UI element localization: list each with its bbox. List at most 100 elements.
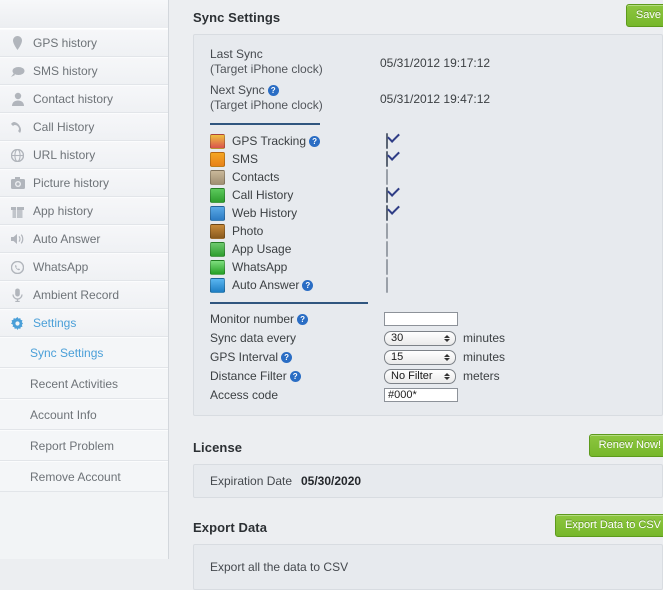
feature-label: Web History [232,206,298,220]
sidebar-subitem-label: Sync Settings [30,345,104,360]
access-code-input[interactable] [384,388,458,402]
sync-settings-header: Sync Settings Save [193,0,663,34]
last-sync-label: Last Sync [210,47,263,61]
feature-label: Photo [232,224,264,238]
sidebar-item-settings[interactable]: Settings [0,309,168,337]
box-icon [10,204,25,219]
sidebar: GPS history SMS history Contact history Cal… [0,0,169,559]
divider-bottom [210,302,368,304]
feature-checkbox-wrapper [386,151,388,167]
stepper-arrows-icon [440,370,453,383]
feature-label-wrap: Call History [232,188,354,202]
access-code-label: Access code [210,388,279,402]
sidebar-item-contact-history[interactable]: Contact history [0,85,168,113]
feature-label-wrap: SMS [232,152,354,166]
feature-checkbox[interactable] [386,277,388,293]
feature-row: Web History [194,204,662,222]
sync-every-value: 30 [391,331,404,344]
sidebar-item-whatsapp[interactable]: WhatsApp [0,253,168,281]
distance-filter-value: No Filter [391,369,433,382]
export-data-title: Export Data [193,519,268,535]
feature-label-wrap: Web History [232,206,354,220]
sidebar-item-picture-history[interactable]: Picture history [0,169,168,197]
feature-row: Photo [194,222,662,240]
gps-interval-select[interactable]: 15 [384,349,456,365]
speech-bubble-icon [10,64,25,79]
next-sync-label-wrap: Next Sync? [210,83,380,98]
sidebar-item-call-history[interactable]: Call History [0,113,168,141]
sync-every-select[interactable]: 30 [384,330,456,346]
help-icon[interactable]: ? [267,85,279,96]
help-icon[interactable]: ? [309,136,321,147]
gps-interval-value: 15 [391,350,404,363]
feature-row: GPS Tracking? [194,132,662,150]
sidebar-subitem-label: Recent Activities [30,376,119,391]
sidebar-item-auto-answer[interactable]: Auto Answer [0,225,168,253]
sidebar-item-url-history[interactable]: URL history [0,141,168,169]
sidebar-subitem-recent-activities[interactable]: Recent Activities [0,368,168,399]
sync-every-unit: minutes [463,331,506,345]
save-button[interactable]: Save [625,4,663,27]
sidebar-item-app-history[interactable]: App history [0,197,168,225]
sidebar-header-strip [0,0,168,29]
help-icon[interactable]: ? [281,352,293,363]
gps-interval-unit: minutes [463,350,506,364]
distance-filter-select[interactable]: No Filter [384,368,456,384]
feature-checkbox[interactable] [386,133,388,149]
camera-icon [10,176,25,191]
whatsapp-icon [10,260,25,275]
feature-checkbox-wrapper [386,205,388,221]
next-sync-label: Next Sync [210,83,265,97]
monitor-number-input[interactable] [384,312,458,326]
sidebar-subitem-sync-settings[interactable]: Sync Settings [0,337,168,368]
feature-checkbox[interactable] [386,187,388,203]
feature-checkbox[interactable] [386,205,388,221]
sync-settings-panel: Last Sync (Target iPhone clock) 05/31/20… [193,34,663,416]
feature-label: App Usage [232,242,292,256]
sidebar-item-ambient-record[interactable]: Ambient Record [0,281,168,309]
license-title: License [193,439,243,455]
sidebar-item-sms-history[interactable]: SMS history [0,57,168,85]
feature-checkbox[interactable] [386,169,388,185]
divider-top [210,123,320,125]
export-data-to-csv-button[interactable]: Export Data to CSV [555,514,663,537]
feature-checkbox[interactable] [386,259,388,275]
feature-row: App Usage [194,240,662,258]
feature-label-wrap: GPS Tracking? [232,134,354,148]
feature-label-wrap: Auto Answer? [232,278,354,292]
feature-label: SMS [232,152,259,166]
next-sync-sublabel: (Target iPhone clock) [210,98,323,112]
sidebar-item-label: Settings [33,316,77,330]
renew-now-button[interactable]: Renew Now! [588,434,663,457]
pin-icon [10,36,25,51]
gps-interval-label-wrap: GPS Interval? [210,350,384,364]
help-icon[interactable]: ? [289,371,301,382]
sidebar-subitem-remove-account[interactable]: Remove Account [0,461,168,492]
feature-label: Contacts [232,170,280,184]
sidebar-subitem-account-info[interactable]: Account Info [0,399,168,430]
feature-label-wrap: WhatsApp [232,260,354,274]
main-content: Sync Settings Save Last Sync (Target iPh… [169,0,663,590]
feature-checkbox-wrapper [386,277,388,293]
feature-checkbox[interactable] [386,151,388,167]
feature-checkbox[interactable] [386,223,388,239]
page-title: Sync Settings [193,9,281,25]
feature-checkbox[interactable] [386,241,388,257]
sidebar-subitem-report-problem[interactable]: Report Problem [0,430,168,461]
phone-icon [10,120,25,135]
feature-app-icon [210,259,225,275]
sidebar-item-label: Contact history [33,92,114,106]
feature-label-wrap: App Usage [232,242,354,256]
access-code-row: Access code [194,386,662,404]
help-icon[interactable]: ? [297,314,309,325]
distance-filter-row: Distance Filter? No Filter meters [194,367,662,385]
sidebar-item-gps-history[interactable]: GPS history [0,29,168,57]
feature-checkbox-wrapper [386,187,388,203]
feature-label: Auto Answer [232,278,300,292]
help-icon[interactable]: ? [302,280,314,291]
feature-checkbox-wrapper [386,223,388,239]
distance-filter-label-wrap: Distance Filter? [210,369,384,383]
feature-label: Call History [232,188,294,202]
last-sync-row: Last Sync (Target iPhone clock) 05/31/20… [194,47,662,77]
feature-label-wrap: Photo [232,224,354,238]
